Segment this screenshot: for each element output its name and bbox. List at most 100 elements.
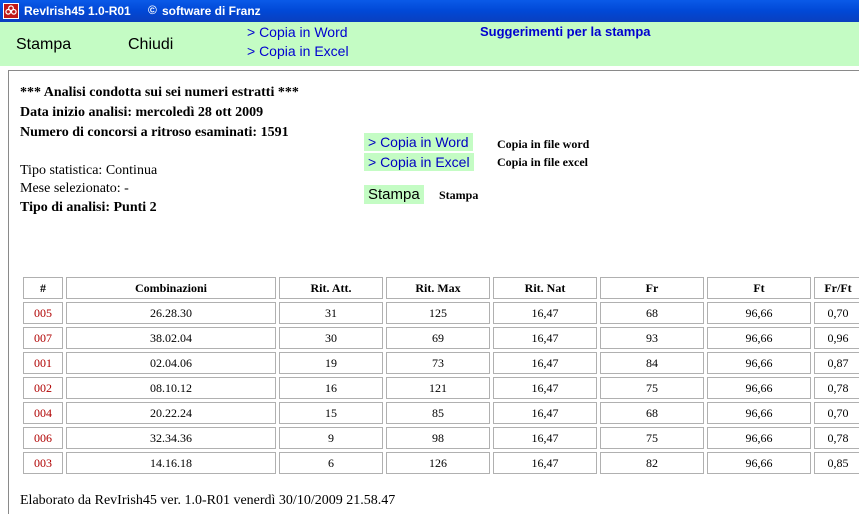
table-cell: 93 (600, 327, 704, 349)
table-cell: 16,47 (493, 452, 597, 474)
results-table: # Combinazioni Rit. Att. Rit. Max Rit. N… (20, 274, 859, 477)
table-cell: 19 (279, 352, 383, 374)
table-cell-index: 007 (23, 327, 63, 349)
app-icon[interactable] (3, 3, 19, 19)
table-row: 005 26.28.30 31 125 16,47 68 96,66 0,70 (23, 302, 859, 324)
stampa-button[interactable]: Stampa (364, 185, 424, 204)
column-header-fr: Fr (600, 277, 704, 299)
table-cell: 126 (386, 452, 490, 474)
column-header-fr-ft: Fr/Ft (814, 277, 859, 299)
table-cell-index: 003 (23, 452, 63, 474)
table-cell: 0,70 (814, 302, 859, 324)
report-footer: Elaborato da RevIrish45 ver. 1.0-R01 ven… (20, 493, 396, 508)
table-cell: 31 (279, 302, 383, 324)
table-row: 001 02.04.06 19 73 16,47 84 96,66 0,87 (23, 352, 859, 374)
table-cell: 73 (386, 352, 490, 374)
menu-suggerimenti-link[interactable]: Suggerimenti per la stampa (480, 24, 651, 39)
table-cell: 75 (600, 427, 704, 449)
menu-chiudi-button[interactable]: Chiudi (128, 36, 173, 54)
table-cell: 96,66 (707, 377, 811, 399)
table-cell: 9 (279, 427, 383, 449)
table-cell-index: 005 (23, 302, 63, 324)
table-cell: 16,47 (493, 427, 597, 449)
column-header-rit-max: Rit. Max (386, 277, 490, 299)
table-cell: 20.22.24 (66, 402, 276, 424)
table-cell: 16,47 (493, 302, 597, 324)
table-cell: 0,78 (814, 377, 859, 399)
table-cell: 125 (386, 302, 490, 324)
column-header-index: # (23, 277, 63, 299)
table-cell: 38.02.04 (66, 327, 276, 349)
table-cell-index: 004 (23, 402, 63, 424)
table-cell: 0,70 (814, 402, 859, 424)
title-bar: RevIrish45 1.0-R01 © software di Franz (0, 0, 859, 22)
table-cell: 96,66 (707, 302, 811, 324)
copia-excel-description: Copia in file excel (497, 155, 588, 169)
table-cell: 16,47 (493, 377, 597, 399)
table-cell: 32.34.36 (66, 427, 276, 449)
menu-bar: Stampa Chiudi > Copia in Word > Copia in… (0, 22, 859, 66)
table-cell: 96,66 (707, 427, 811, 449)
table-cell: 96,66 (707, 327, 811, 349)
table-cell: 68 (600, 302, 704, 324)
menu-copia-excel-link[interactable]: > Copia in Excel (247, 43, 349, 59)
table-cell: 16,47 (493, 352, 597, 374)
table-body: 005 26.28.30 31 125 16,47 68 96,66 0,70 007 38.02… (23, 302, 859, 474)
table-cell: 84 (600, 352, 704, 374)
column-header-rit-att: Rit. Att. (279, 277, 383, 299)
table-row: 007 38.02.04 30 69 16,47 93 96,66 0,96 (23, 327, 859, 349)
table-row: 003 14.16.18 6 126 16,47 82 96,66 0,85 (23, 452, 859, 474)
table-cell: 121 (386, 377, 490, 399)
copyright-icon: © (148, 3, 157, 17)
column-header-rit-nat: Rit. Nat (493, 277, 597, 299)
table-cell: 96,66 (707, 452, 811, 474)
table-cell: 98 (386, 427, 490, 449)
table-cell: 16,47 (493, 402, 597, 424)
table-cell: 08.10.12 (66, 377, 276, 399)
clover-icon (5, 5, 17, 15)
window-subtitle: software di Franz (162, 4, 261, 18)
analysis-draw-count: Numero di concorsi a ritroso esaminati: … (20, 125, 289, 140)
analysis-heading: *** Analisi condotta sui sei numeri estr… (20, 85, 299, 100)
table-cell: 75 (600, 377, 704, 399)
table-cell: 15 (279, 402, 383, 424)
table-cell: 02.04.06 (66, 352, 276, 374)
table-cell: 6 (279, 452, 383, 474)
table-cell-index: 006 (23, 427, 63, 449)
table-cell: 82 (600, 452, 704, 474)
analysis-type: Tipo di analisi: Punti 2 (20, 200, 157, 215)
copia-word-button[interactable]: > Copia in Word (364, 133, 473, 151)
copia-excel-button[interactable]: > Copia in Excel (364, 153, 474, 171)
column-header-combinazioni: Combinazioni (66, 277, 276, 299)
table-cell: 96,66 (707, 402, 811, 424)
table-cell: 96,66 (707, 352, 811, 374)
table-row: 004 20.22.24 15 85 16,47 68 96,66 0,70 (23, 402, 859, 424)
copia-word-description: Copia in file word (497, 137, 590, 151)
table-cell: 0,78 (814, 427, 859, 449)
results-table-container: # Combinazioni Rit. Att. Rit. Max Rit. N… (20, 274, 859, 477)
table-cell: 16 (279, 377, 383, 399)
table-cell: 0,87 (814, 352, 859, 374)
table-row: 002 08.10.12 16 121 16,47 75 96,66 0,78 (23, 377, 859, 399)
table-cell: 26.28.30 (66, 302, 276, 324)
table-cell-index: 002 (23, 377, 63, 399)
table-cell: 85 (386, 402, 490, 424)
table-row: 006 32.34.36 9 98 16,47 75 96,66 0,78 (23, 427, 859, 449)
table-cell: 0,96 (814, 327, 859, 349)
table-cell: 0,85 (814, 452, 859, 474)
menu-stampa-button[interactable]: Stampa (16, 36, 71, 54)
selected-month: Mese selezionato: - (20, 181, 129, 196)
table-cell-index: 001 (23, 352, 63, 374)
table-cell: 16,47 (493, 327, 597, 349)
table-cell: 14.16.18 (66, 452, 276, 474)
analysis-start-date: Data inizio analisi: mercoledì 28 ott 20… (20, 105, 264, 120)
table-cell: 69 (386, 327, 490, 349)
table-cell: 68 (600, 402, 704, 424)
table-cell: 30 (279, 327, 383, 349)
menu-copia-word-link[interactable]: > Copia in Word (247, 24, 348, 40)
column-header-ft: Ft (707, 277, 811, 299)
stampa-description: Stampa (439, 188, 479, 202)
statistic-type: Tipo statistica: Continua (20, 163, 158, 178)
window-title: RevIrish45 1.0-R01 (24, 4, 131, 18)
table-header-row: # Combinazioni Rit. Att. Rit. Max Rit. N… (23, 277, 859, 299)
